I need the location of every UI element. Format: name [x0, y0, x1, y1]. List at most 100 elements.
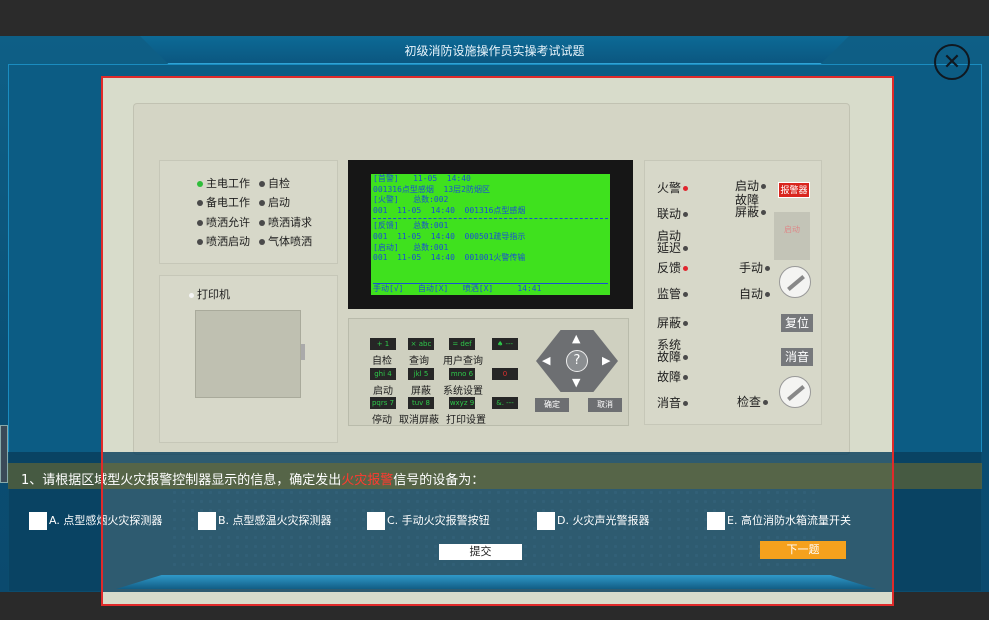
printer-label: 打印机: [189, 286, 230, 302]
manual-auto-key-switch[interactable]: [779, 266, 811, 298]
lamp-icon: [683, 212, 689, 217]
direction-pad[interactable]: ▲ ▼ ◀ ▶ ?: [536, 330, 618, 392]
close-button[interactable]: ✕: [934, 44, 970, 80]
indicator-mask: 屏蔽: [657, 317, 689, 329]
lamp-icon: [259, 239, 265, 245]
lamp-icon: [683, 186, 689, 191]
key-user-query[interactable]: = def: [449, 338, 475, 350]
lamp-icon: [259, 181, 265, 187]
lcd-separator: [373, 218, 608, 220]
checkbox[interactable]: [707, 512, 725, 530]
lcd-line: [启动] 总数:001: [373, 242, 449, 252]
lamp-spray-allow: 喷洒允许: [197, 214, 250, 230]
indicator-supervision: 监管: [657, 288, 689, 300]
lamp-icon: [683, 375, 689, 380]
arrow-left-icon[interactable]: ◀: [542, 354, 550, 367]
key-query[interactable]: × abc: [408, 338, 434, 350]
option-d[interactable]: D. 火灾声光警报器: [537, 512, 649, 530]
label-manual: 手动: [739, 262, 771, 274]
submit-button[interactable]: 提交: [439, 544, 522, 560]
checkbox[interactable]: [29, 512, 47, 530]
key-label: 用户查询: [443, 356, 483, 367]
help-button[interactable]: ?: [566, 350, 588, 372]
lcd-line: [火警] 总数:002: [373, 195, 449, 205]
reset-button[interactable]: 复位: [781, 314, 813, 332]
lamp-gas-spray: 气体喷洒: [259, 233, 312, 249]
arrow-down-icon[interactable]: ▼: [572, 376, 580, 389]
lamp-icon: [761, 210, 767, 215]
key-label: 系统设置: [443, 386, 483, 397]
arrow-up-icon[interactable]: ▲: [572, 332, 580, 345]
label-start: 启动: [735, 180, 767, 192]
arrow-right-icon[interactable]: ▶: [602, 354, 610, 367]
key-label: 停动: [372, 415, 392, 426]
next-question-button[interactable]: 下一题: [760, 541, 846, 559]
label-check: 检查: [737, 396, 769, 408]
key-label: 自检: [372, 356, 392, 367]
key-self-check[interactable]: + 1: [370, 338, 396, 350]
lamp-icon: [197, 239, 203, 245]
indicator-silence: 消音: [657, 397, 689, 409]
label-auto: 自动: [739, 288, 771, 300]
key-unmask[interactable]: tuv 8: [408, 397, 434, 409]
question-text: 1、请根据区域型火灾报警控制器显示的信息，确定发出火灾报警信号的设备为：: [21, 473, 485, 488]
lamp-icon: [683, 246, 689, 251]
check-key-switch[interactable]: [779, 376, 811, 408]
key-zero[interactable]: 0: [492, 368, 518, 380]
lamp-icon: [259, 220, 265, 226]
option-c[interactable]: C. 手动火灾报警按钮: [367, 512, 490, 530]
lamp-main-power: 主电工作: [197, 175, 250, 191]
lcd-line: [反馈] 总数:001: [373, 221, 449, 231]
top-bar: [0, 0, 989, 36]
option-b[interactable]: B. 点型感温火灾探测器: [198, 512, 332, 530]
option-e[interactable]: E. 高位消防水箱流量开关: [707, 512, 851, 530]
lamp-icon: [197, 220, 203, 226]
checkbox[interactable]: [198, 512, 216, 530]
lamp-icon: [683, 355, 689, 360]
key-ampersand[interactable]: &. ---: [492, 397, 518, 409]
page-title: 初级消防设施操作员实操考试试题: [404, 44, 585, 58]
silence-button[interactable]: 消音: [781, 348, 813, 366]
lamp-icon: [683, 292, 689, 297]
key-label: 打印设置: [446, 415, 486, 426]
lamp-backup-power: 备电工作: [197, 194, 250, 210]
side-drawer-handle[interactable]: [0, 425, 8, 483]
lamp-self-check: 自检: [259, 175, 290, 191]
printer-lamp-icon: [189, 292, 194, 298]
indicator-linkage: 联动: [657, 208, 689, 220]
alarm-start-button[interactable]: 报警器: [778, 182, 810, 198]
checkbox[interactable]: [367, 512, 385, 530]
lamp-icon: [683, 266, 689, 271]
key-start[interactable]: ghi 4: [370, 368, 396, 380]
close-icon: ✕: [942, 49, 962, 75]
lamp-icon: [765, 266, 771, 271]
key-system-settings[interactable]: mno 6: [449, 368, 475, 380]
lcd-line: 001 11-05 14:40 001001火警传输: [373, 253, 526, 263]
option-a[interactable]: A. 点型感烟火灾探测器: [29, 512, 162, 530]
key-print-settings[interactable]: wxyz 9: [449, 397, 475, 409]
key-label: 启动: [373, 386, 393, 397]
lamp-icon: [683, 321, 689, 326]
cancel-button[interactable]: 取消: [588, 398, 622, 412]
key-symbol[interactable]: ♠ ---: [492, 338, 518, 350]
key-label: 查询: [409, 356, 429, 367]
checkbox[interactable]: [537, 512, 555, 530]
lcd-line: 001 11-05 14:40 000501疏导指示: [373, 231, 526, 241]
lamp-icon: [197, 181, 203, 187]
key-mask[interactable]: jkl 5: [408, 368, 434, 380]
alarm-button-cover: 启动: [774, 212, 810, 260]
key-stop[interactable]: pqrs 7: [370, 397, 396, 409]
lcd-line: 001316点型感烟 13层2防烟区: [373, 184, 490, 194]
indicator-fault: 故障: [657, 371, 689, 383]
label-fault-mask: 故障 屏蔽: [735, 194, 767, 218]
confirm-button[interactable]: 确定: [535, 398, 569, 412]
indicator-fire-alarm: 火警: [657, 182, 689, 194]
lamp-icon: [683, 401, 689, 406]
lamp-spray-request: 喷洒请求: [259, 214, 312, 230]
printer-paper-slot: [195, 310, 301, 398]
exam-screen: 初级消防设施操作员实操考试试题 ✕ 主电工作 自检 备电工作 启动 喷洒允许 喷…: [0, 0, 989, 620]
lamp-icon: [197, 200, 203, 206]
lamp-start: 启动: [259, 194, 290, 210]
indicator-start-delay: 启动 延迟: [657, 230, 689, 254]
indicator-system-fault: 系统 故障: [657, 339, 689, 363]
